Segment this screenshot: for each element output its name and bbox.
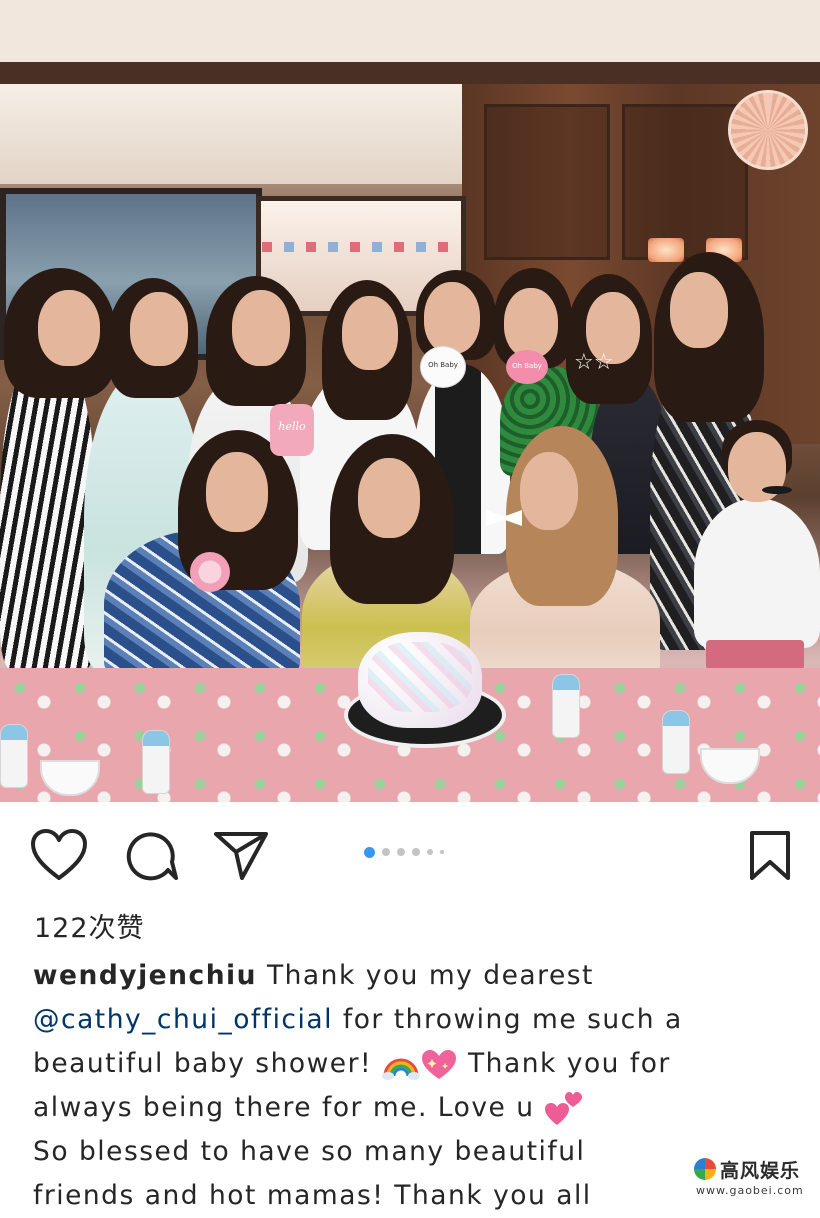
site-watermark: 高风娱乐 www.gaobei.com — [690, 1150, 806, 1202]
star-glasses-prop: ☆☆ — [574, 350, 614, 375]
caption-text: Thank you for — [458, 1048, 671, 1079]
baby-shower-cake — [358, 632, 482, 728]
guest-face — [520, 452, 578, 530]
bib-prop-text: Oh Baby — [428, 361, 458, 369]
speech-bubble-prop-sign: Oh Baby — [506, 350, 548, 384]
guest-face — [130, 292, 188, 366]
sparkling-heart-emoji — [422, 1049, 457, 1079]
paper-plane-icon[interactable] — [212, 830, 270, 882]
baby-bottle — [552, 674, 580, 738]
caption-line: So blessed to have so many beautiful — [33, 1130, 793, 1174]
carousel-dot — [397, 848, 405, 856]
post-photo[interactable]: hello Oh Baby Oh Baby ☆☆ — [0, 0, 820, 802]
caption-text: Thank you my dearest — [257, 960, 594, 991]
mustache-prop — [762, 486, 792, 494]
carousel-dot — [427, 849, 433, 855]
caption-line: friends and hot mamas! Thank you all — [33, 1174, 793, 1218]
onesie-prop-text: hello — [278, 420, 306, 433]
guest-child-shorts — [706, 640, 804, 670]
photo-window — [0, 84, 470, 184]
carousel-indicator — [364, 846, 444, 858]
party-bunting — [262, 242, 452, 252]
onesie-prop-sign: hello — [270, 404, 314, 456]
bookmark-outline-icon[interactable] — [748, 830, 792, 882]
guest-face — [504, 288, 558, 358]
post-caption: wendyjenchiu Thank you my dearest @cathy… — [33, 954, 793, 1218]
caption-line: always being there for me. Love u — [33, 1086, 793, 1130]
caption-text: So blessed to have so many beautiful — [33, 1136, 586, 1167]
likes-count[interactable]: 122次赞 — [34, 906, 145, 945]
guest-face — [232, 290, 290, 366]
caption-text: beautiful baby shower! — [33, 1048, 383, 1079]
wall-lamp — [648, 238, 684, 262]
caption-line: wendyjenchiu Thank you my dearest — [33, 954, 793, 998]
watermark-title: 高风娱乐 — [720, 1160, 801, 1182]
caption-line: beautiful baby shower! Thank you for — [33, 1042, 793, 1086]
speech-bubble-prop-text: Oh Baby — [512, 362, 542, 370]
paper-fan-decoration — [728, 90, 808, 170]
caption-text: for throwing me such a — [332, 1004, 683, 1035]
watermark-url: www.gaobei.com — [696, 1184, 804, 1197]
guest-face — [38, 290, 100, 366]
baby-bottle — [0, 724, 28, 788]
guest-face — [206, 452, 268, 532]
caption-username[interactable]: wendyjenchiu — [33, 960, 257, 991]
caption-text: friends and hot mamas! Thank you all — [33, 1180, 592, 1211]
guest-child — [694, 498, 820, 648]
carousel-dot — [382, 848, 390, 856]
carousel-dot — [440, 850, 444, 854]
guest-face — [342, 296, 398, 370]
rainbow-emoji — [382, 1058, 421, 1080]
baby-bottle — [142, 730, 170, 794]
guest-face — [424, 282, 480, 354]
baby-bottle — [662, 710, 690, 774]
caption-text: always being there for me. Love u — [33, 1092, 545, 1123]
caption-line: @cathy_chui_official for throwing me suc… — [33, 998, 793, 1042]
two-hearts-emoji — [545, 1091, 583, 1125]
pinwheel-prop — [190, 552, 230, 592]
caption-mention-link[interactable]: @cathy_chui_official — [33, 1004, 333, 1035]
bib-prop-sign: Oh Baby — [420, 346, 466, 388]
carousel-dot-active — [364, 846, 375, 858]
comment-bubble-icon[interactable] — [124, 828, 178, 882]
guest-face — [670, 272, 728, 348]
carousel-dot — [412, 848, 420, 856]
watermark-logo-icon — [694, 1158, 716, 1180]
photo-ceiling — [0, 0, 820, 62]
heart-outline-icon[interactable] — [30, 828, 88, 882]
photo-beam — [0, 62, 820, 84]
guest-face — [358, 458, 420, 538]
